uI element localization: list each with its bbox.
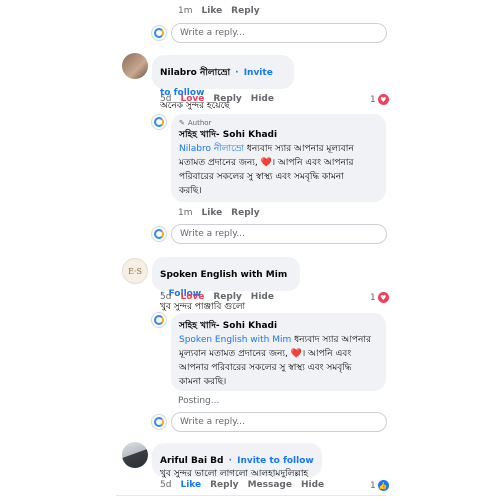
like-button[interactable]: Like	[202, 6, 223, 16]
reply-actions: 1m Like Reply	[178, 208, 269, 218]
reaction-count[interactable]: 1 ♥	[370, 292, 389, 303]
reply-text-part: মতামত প্রদানের জন্য,	[179, 158, 261, 168]
commenter-name[interactable]: সহিহ খাদি- Sohi Khadi	[179, 127, 378, 142]
reply-button[interactable]: Reply	[213, 94, 241, 104]
invite-to-follow-link[interactable]: Invite to follow	[237, 456, 314, 466]
reply-input[interactable]: Write a reply...	[171, 23, 387, 43]
hide-button[interactable]: Hide	[301, 480, 324, 490]
commenter-name[interactable]: Spoken English with Mim	[160, 270, 287, 280]
page-logo-icon	[154, 28, 164, 38]
page-avatar	[151, 226, 167, 242]
avatar[interactable]	[122, 53, 148, 79]
comment-text: খুব সুন্দর পাঞ্জাবি গুলো	[160, 302, 246, 312]
reply-text-part: । আপনি এবং	[301, 349, 352, 359]
comment-actions: 5d Love Reply Hide	[160, 94, 283, 104]
mention-link[interactable]: Nilabro নীলাভ্রো	[179, 144, 244, 154]
message-button[interactable]: Message	[248, 480, 292, 490]
red-heart-emoji: ❤️	[260, 158, 272, 168]
reply-text-part: । আপনি এবং আপনার	[271, 158, 354, 168]
hide-button[interactable]: Hide	[251, 292, 274, 302]
page-logo-icon	[154, 229, 164, 239]
hide-button[interactable]: Hide	[251, 94, 274, 104]
reaction-number: 1	[370, 94, 376, 105]
reply-text-part: ধন্যবাদ স্যার আপনার	[291, 335, 371, 345]
reaction-count[interactable]: 1 👍	[370, 480, 389, 491]
reply-button[interactable]: Reply	[231, 208, 259, 218]
reply-text-part: আপনার পরিবারের সকলের সু স্বাস্থ্য এবং সম…	[179, 363, 352, 373]
page-logo-icon	[154, 315, 164, 325]
heart-icon: ♥	[377, 292, 389, 303]
thumbs-up-icon: 👍	[377, 480, 389, 491]
avatar[interactable]	[122, 442, 148, 468]
commenter-name[interactable]: সহিহ খাদি- Sohi Khadi	[179, 318, 378, 333]
comment-time: 5d	[160, 94, 172, 104]
reply-text: Nilabro নীলাভ্রো ধন্যবাদ স্যার আপনার মূল…	[179, 142, 378, 198]
commenter-name[interactable]: Ariful Bai Bd	[160, 456, 223, 466]
red-heart-emoji: ❤️	[290, 349, 302, 359]
divider	[116, 495, 386, 496]
comment-actions: 5d Like Reply Message Hide	[160, 480, 333, 490]
author-badge: ✎ Author	[179, 119, 378, 127]
page-avatar	[151, 25, 167, 41]
comment-time: 5d	[160, 292, 172, 302]
comment-bubble: Nilabro নীলাভ্রো · Invite to follow অনেক…	[152, 55, 294, 111]
comment-bubble: Ariful Bai Bd · Invite to follow খুব সুন…	[152, 443, 322, 479]
reply-text-part: ধন্যবাদ স্যার আপনার মূল্যবান	[243, 144, 354, 154]
like-button[interactable]: Like	[180, 480, 201, 490]
reply-button[interactable]: Reply	[213, 292, 241, 302]
love-button[interactable]: Love	[180, 94, 204, 104]
reply-button[interactable]: Reply	[210, 480, 238, 490]
reply-button[interactable]: Reply	[231, 6, 259, 16]
reply-text-part: পরিবারের সকলের সু স্বাস্থ্য এবং সমবৃদ্ধি…	[179, 172, 344, 182]
reply-text: Spoken English with Mim ধন্যবাদ স্যার আপ…	[179, 333, 378, 389]
page-avatar	[151, 312, 167, 328]
reaction-number: 1	[370, 480, 376, 491]
reply-time: 1m	[178, 6, 193, 16]
comment-text: খুব সুন্দর ভালো লাগলো আলহামদুলিল্লাহ	[160, 469, 309, 479]
reply-input[interactable]: Write a reply...	[171, 224, 387, 244]
comment-actions: 5d Love Reply Hide	[160, 292, 283, 302]
heart-icon: ♥	[377, 94, 389, 105]
reaction-count[interactable]: 1 ♥	[370, 94, 389, 105]
love-button[interactable]: Love	[180, 292, 204, 302]
page-avatar	[151, 114, 167, 130]
monogram-icon: E·S	[128, 266, 142, 276]
commenter-name[interactable]: Nilabro নীলাভ্রো	[160, 68, 230, 78]
page-logo-icon	[154, 117, 164, 127]
reply-input[interactable]: Write a reply...	[171, 412, 387, 432]
reply-text-part: কামনা করছি।	[179, 377, 227, 387]
author-label: Author	[187, 119, 212, 127]
comment-bubble: Spoken English with Mim · Follow খুব সুন…	[152, 257, 300, 312]
reply-time: 1m	[178, 208, 193, 218]
reply-text-part: করছি।	[179, 186, 202, 196]
page-logo-icon	[154, 417, 164, 427]
posting-status: Posting...	[178, 396, 220, 406]
like-button[interactable]: Like	[202, 208, 223, 218]
reply-bubble: সহিহ খাদি- Sohi Khadi Spoken English wit…	[171, 313, 386, 391]
reaction-number: 1	[370, 292, 376, 303]
reply-text-part: মূল্যবান মতামত প্রদানের জন্য,	[179, 349, 291, 359]
comment-time: 5d	[160, 480, 172, 490]
pencil-icon: ✎	[179, 119, 185, 127]
mention-link[interactable]: Spoken English with Mim	[179, 335, 291, 345]
reply-actions: 1m Like Reply	[178, 6, 269, 16]
avatar[interactable]: E·S	[122, 258, 148, 284]
page-avatar	[151, 414, 167, 430]
reply-bubble: ✎ Author সহিহ খাদি- Sohi Khadi Nilabro নী…	[171, 114, 386, 202]
